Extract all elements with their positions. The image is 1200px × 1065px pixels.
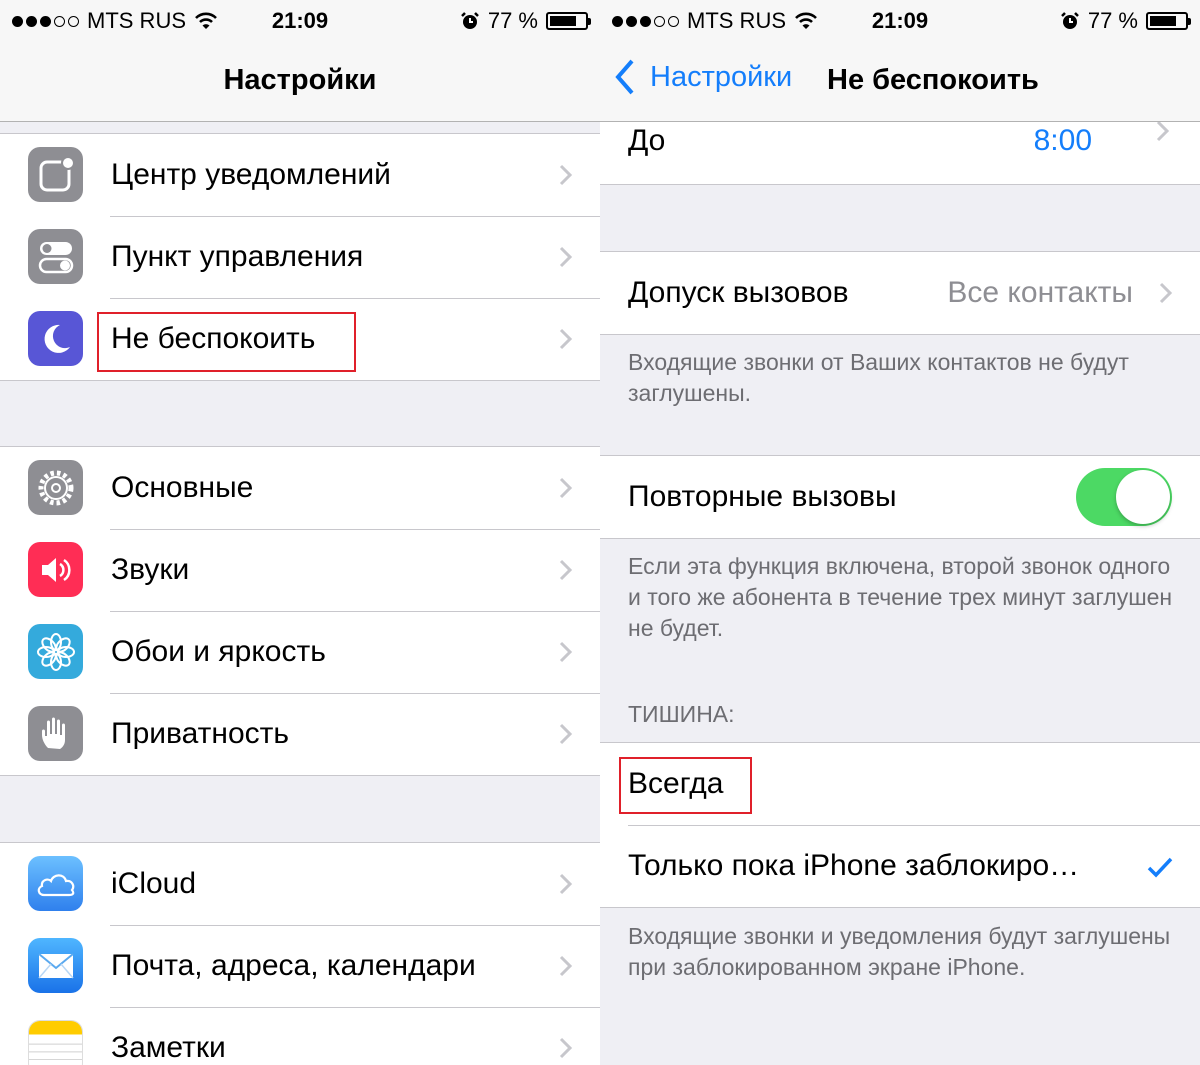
back-button-label: Настройки — [650, 60, 793, 93]
flower-icon — [28, 624, 83, 679]
chevron-right-icon — [559, 723, 573, 745]
chevron-right-icon — [559, 955, 573, 977]
repeated-calls-footer: Если эта функция включена, второй звонок… — [628, 553, 1173, 641]
back-button[interactable]: Настройки — [614, 58, 792, 96]
settings-group-3: iCloud Почта, адреса, календари Заметки — [0, 842, 600, 1065]
battery-icon — [1146, 12, 1191, 30]
repeated-calls-toggle[interactable] — [1076, 468, 1172, 526]
settings-item-notes[interactable]: Заметки — [0, 1007, 600, 1065]
allow-calls-footer: Входящие звонки от Ваших контактов не бу… — [628, 349, 1129, 406]
chevron-right-icon — [559, 164, 573, 186]
silence-option-label: Только пока iPhone заблокиро… — [628, 849, 1080, 882]
silence-footer: Входящие звонки и уведомления будут загл… — [628, 923, 1171, 980]
page-title: Не беспокоить — [827, 64, 1039, 96]
settings-item-label: Приватность — [111, 717, 289, 750]
settings-item-general[interactable]: Основные — [0, 447, 600, 529]
settings-item-label: Заметки — [111, 1031, 226, 1064]
until-value: 8:00 — [1033, 124, 1092, 157]
notes-icon — [28, 1020, 83, 1065]
cloud-icon — [28, 856, 83, 911]
chevron-right-icon — [559, 873, 573, 895]
settings-item-label: Обои и яркость — [111, 635, 326, 668]
do-not-disturb-screen: MTS RUS 21:09 77 % До 8:00 Допуск вызово… — [600, 0, 1200, 1065]
settings-item-sounds[interactable]: Звуки — [0, 529, 600, 611]
settings-item-label: Звуки — [111, 553, 190, 586]
settings-item-label: Основные — [111, 471, 254, 504]
battery-percent: 77 % — [487, 8, 538, 33]
mail-icon — [28, 938, 83, 993]
nav-bar: Настройки — [0, 40, 600, 122]
chevron-right-icon — [1159, 282, 1173, 304]
chevron-right-icon — [1156, 120, 1170, 142]
moon-icon — [28, 311, 83, 366]
highlight-always — [619, 757, 752, 814]
status-bar: MTS RUS 21:09 77 % — [0, 0, 600, 40]
chevron-right-icon — [559, 328, 573, 350]
speaker-icon — [28, 542, 83, 597]
repeated-calls-label: Повторные вызовы — [628, 480, 897, 513]
settings-item-control-center[interactable]: Пункт управления — [0, 216, 600, 298]
allow-calls-label: Допуск вызовов — [628, 276, 849, 309]
nav-bar: Настройки Не беспокоить — [600, 40, 1200, 122]
allow-calls-value: Все контакты — [947, 276, 1133, 309]
chevron-right-icon — [559, 641, 573, 663]
toggle-knob — [1116, 470, 1170, 524]
silence-option-locked[interactable]: Только пока iPhone заблокиро… — [600, 826, 1200, 907]
settings-item-privacy[interactable]: Приватность — [0, 693, 600, 775]
notification-center-icon — [28, 147, 83, 202]
chevron-right-icon — [559, 1037, 573, 1059]
settings-item-label: iCloud — [111, 867, 197, 900]
chevron-right-icon — [559, 477, 573, 499]
gear-icon — [28, 460, 83, 515]
repeated-calls-row: Повторные вызовы — [600, 455, 1200, 539]
chevron-left-icon — [615, 59, 634, 95]
settings-group-2: Основные Звуки Обои и яркость Приватност… — [0, 446, 600, 776]
battery-percent: 77 % — [1087, 8, 1138, 33]
until-label: До — [628, 124, 666, 157]
chevron-right-icon — [559, 246, 573, 268]
settings-item-icloud[interactable]: iCloud — [0, 843, 600, 925]
settings-item-label: Пункт управления — [111, 240, 364, 273]
settings-item-wallpaper[interactable]: Обои и яркость — [0, 611, 600, 693]
highlight-do-not-disturb — [97, 312, 356, 372]
allow-calls-row[interactable]: Допуск вызовов Все контакты — [600, 251, 1200, 335]
settings-item-notification-center[interactable]: Центр уведомлений — [0, 134, 600, 216]
silence-section-header: ТИШИНА: — [628, 701, 735, 727]
settings-item-mail[interactable]: Почта, адреса, календари — [0, 925, 600, 1007]
alarm-icon — [1060, 12, 1079, 29]
settings-screen: MTS RUS 21:09 77 % Настройки Центр уведо… — [0, 0, 600, 1065]
control-center-icon — [28, 229, 83, 284]
alarm-icon — [460, 12, 479, 29]
page-title: Настройки — [223, 64, 377, 96]
battery-icon — [546, 12, 591, 30]
status-bar: MTS RUS 21:09 77 % — [600, 0, 1200, 40]
settings-item-label: Почта, адреса, календари — [111, 949, 476, 982]
hand-icon — [28, 706, 83, 761]
settings-item-label: Центр уведомлений — [111, 158, 391, 191]
checkmark-icon — [1147, 857, 1173, 878]
chevron-right-icon — [559, 559, 573, 581]
